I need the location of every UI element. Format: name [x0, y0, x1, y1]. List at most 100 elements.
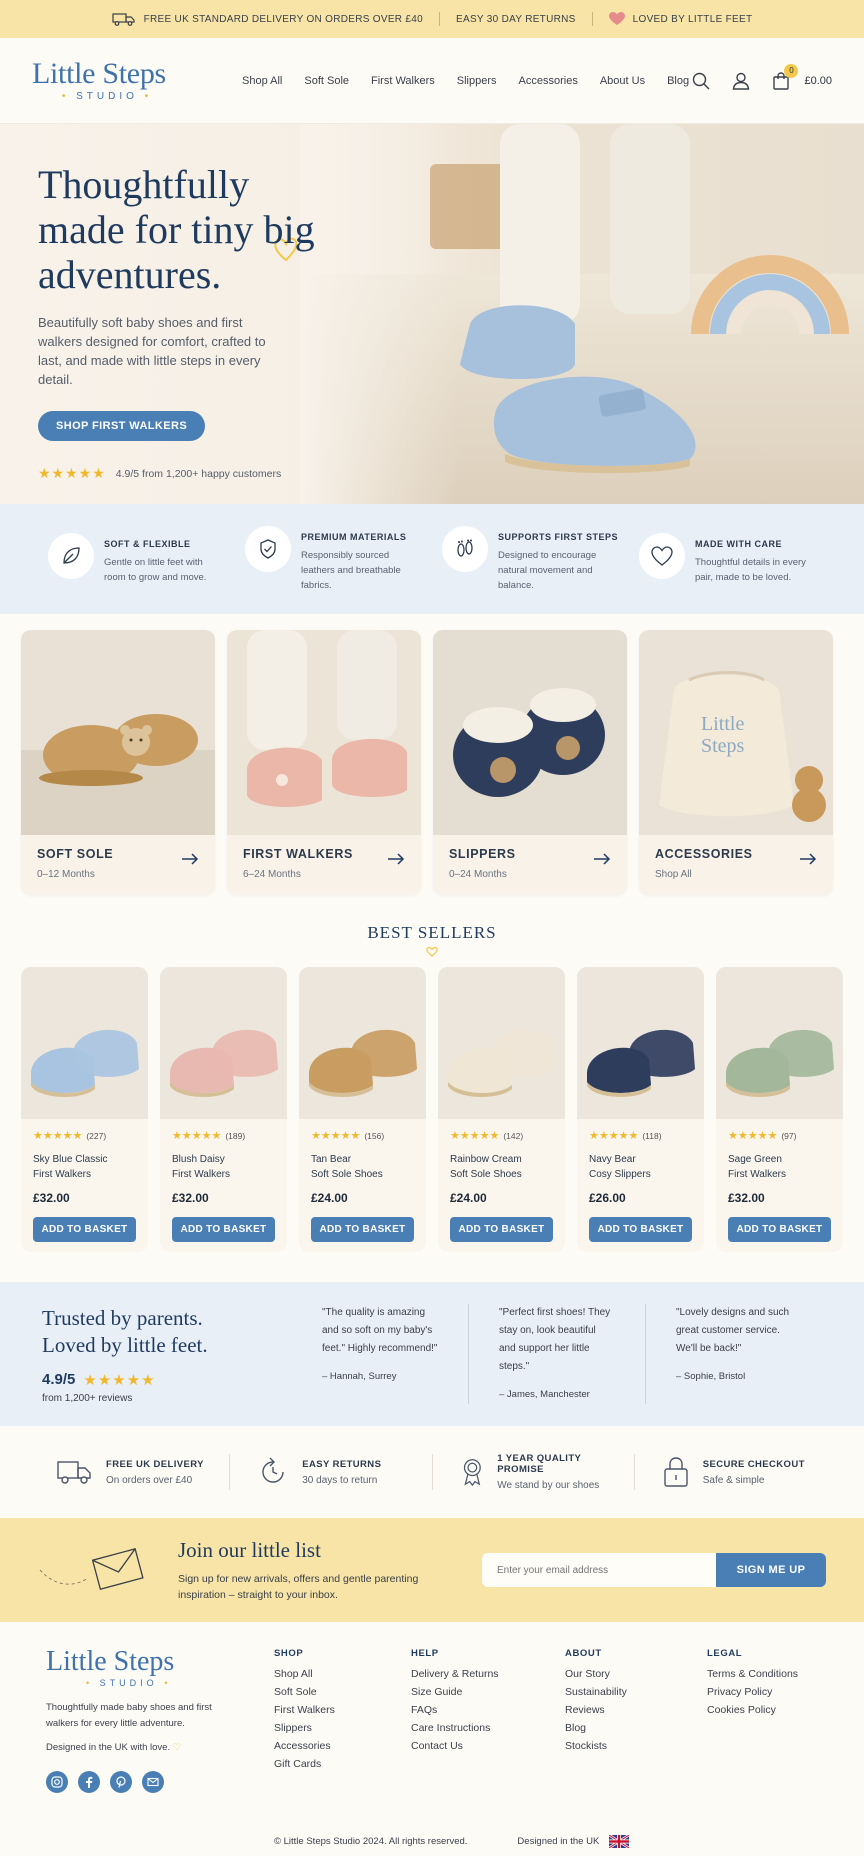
- sign-me-up-button[interactable]: SIGN ME UP: [716, 1553, 826, 1587]
- footer-link[interactable]: Privacy Policy: [707, 1683, 798, 1701]
- footer-link[interactable]: Size Guide: [411, 1683, 565, 1701]
- product-price: £32.00: [33, 1191, 70, 1205]
- add-to-basket-button[interactable]: ADD TO BASKET: [172, 1217, 275, 1242]
- feature-item: SOFT & FLEXIBLE Gentle on little feet wi…: [48, 533, 225, 585]
- add-to-basket-button[interactable]: ADD TO BASKET: [33, 1217, 136, 1242]
- feature-item: MADE WITH CARE Thoughtful details in eve…: [639, 533, 816, 585]
- product-card[interactable]: ★★★★★ (156) Tan Bear Soft Sole Shoes £24.00 A…: [299, 967, 426, 1252]
- trust-summary: Trusted by parents. Loved by little feet…: [42, 1305, 262, 1404]
- email-icon[interactable]: [142, 1771, 164, 1793]
- footer-link[interactable]: Gift Cards: [274, 1755, 411, 1773]
- hero-subtitle: Beautifully soft baby shoes and first wa…: [38, 315, 266, 387]
- arrow-right-icon: [182, 853, 199, 865]
- cart-button[interactable]: 0 £0.00: [772, 63, 832, 90]
- footer-logo-tagline: • STUDIO •: [86, 1678, 172, 1688]
- nav-accessories[interactable]: Accessories: [519, 75, 578, 87]
- category-card-slippers[interactable]: SLIPPERS 0–24 Months: [433, 630, 627, 895]
- footer-link[interactable]: Sustainability: [565, 1683, 707, 1701]
- footer-link[interactable]: Delivery & Returns: [411, 1665, 565, 1683]
- nav-slippers[interactable]: Slippers: [457, 75, 497, 87]
- footer-link[interactable]: Reviews: [565, 1701, 707, 1719]
- bestsellers-header: BEST SELLERS: [0, 923, 864, 957]
- footer-column-legal: LEGAL Terms & Conditions Privacy Policy …: [707, 1648, 798, 1826]
- product-name: Blush Daisy First Walkers: [172, 1154, 230, 1180]
- footer-link[interactable]: Blog: [565, 1719, 707, 1737]
- add-to-basket-button[interactable]: ADD TO BASKET: [450, 1217, 553, 1242]
- feature-icon-wrap: [639, 533, 685, 579]
- footer-link[interactable]: Shop All: [274, 1665, 411, 1683]
- product-image: [299, 967, 426, 1119]
- instagram-icon[interactable]: [46, 1771, 68, 1793]
- account-icon[interactable]: [732, 72, 750, 90]
- star-rating-icon: ★★★★★: [728, 1130, 778, 1142]
- category-card-first-walkers[interactable]: FIRST WALKERS 6–24 Months: [227, 630, 421, 895]
- trust-review-count: from 1,200+ reviews: [42, 1392, 133, 1404]
- star-rating-icon: ★★★★★: [83, 1371, 156, 1389]
- product-name: Tan Bear Soft Sole Shoes: [311, 1154, 383, 1180]
- footer-link[interactable]: Stockists: [565, 1737, 707, 1755]
- category-subtitle: 6–24 Months: [243, 869, 301, 880]
- email-input[interactable]: [482, 1553, 716, 1587]
- footer-link[interactable]: First Walkers: [274, 1701, 411, 1719]
- category-name: SOFT SOLE: [37, 847, 114, 861]
- footer-link[interactable]: Our Story: [565, 1665, 707, 1683]
- footer-link[interactable]: Care Instructions: [411, 1719, 565, 1737]
- footer-logo-wordmark[interactable]: Little Steps: [46, 1648, 274, 1676]
- shop-first-walkers-button[interactable]: SHOP FIRST WALKERS: [38, 411, 206, 441]
- logo[interactable]: Little Steps • STUDIO •: [32, 57, 202, 103]
- pinterest-icon[interactable]: [110, 1771, 132, 1793]
- header-actions: 0 £0.00: [692, 63, 832, 90]
- nav-first-walkers[interactable]: First Walkers: [371, 75, 435, 87]
- logo-wordmark: Little Steps: [32, 57, 166, 90]
- footer-link[interactable]: Slippers: [274, 1719, 411, 1737]
- footer-link[interactable]: FAQs: [411, 1701, 565, 1719]
- announcement-bar: FREE UK STANDARD DELIVERY ON ORDERS OVER…: [0, 0, 864, 38]
- svg-text:Little: Little: [701, 713, 744, 735]
- social-links: [46, 1771, 274, 1793]
- nav-about-us[interactable]: About Us: [600, 75, 645, 87]
- footer-link[interactable]: Contact Us: [411, 1737, 565, 1755]
- footer-link[interactable]: Cookies Policy: [707, 1701, 798, 1719]
- site-header: Little Steps • STUDIO • Shop All Soft So…: [0, 38, 864, 124]
- perk-item: SECURE CHECKOUT Safe & simple: [655, 1456, 816, 1488]
- feature-title: SOFT & FLEXIBLE: [104, 539, 191, 549]
- product-name: Sky Blue Classic First Walkers: [33, 1154, 108, 1180]
- nav-shop-all[interactable]: Shop All: [242, 75, 282, 87]
- newsletter-subtitle: Sign up for new arrivals, offers and gen…: [178, 1572, 419, 1601]
- feature-icon-wrap: [48, 533, 94, 579]
- product-card[interactable]: ★★★★★ (227) Sky Blue Classic First Walkers £…: [21, 967, 148, 1252]
- product-price: £24.00: [450, 1191, 487, 1205]
- divider: [633, 1454, 635, 1490]
- product-name: Rainbow Cream Soft Sole Shoes: [450, 1154, 522, 1180]
- add-to-basket-button[interactable]: ADD TO BASKET: [728, 1217, 831, 1242]
- perk-title: 1 YEAR QUALITY PROMISE: [497, 1453, 582, 1475]
- perk-item: FREE UK DELIVERY On orders over £40: [48, 1458, 209, 1486]
- trust-title: Trusted by parents. Loved by little feet…: [42, 1305, 208, 1357]
- delivery-truck-icon: [57, 1461, 91, 1484]
- footer-link[interactable]: Soft Sole: [274, 1683, 411, 1701]
- search-icon[interactable]: [692, 72, 710, 90]
- category-card-soft-sole[interactable]: SOFT SOLE 0–12 Months: [21, 630, 215, 895]
- product-image: [21, 967, 148, 1119]
- add-to-basket-button[interactable]: ADD TO BASKET: [589, 1217, 692, 1242]
- perk-text: We stand by our shoes: [497, 1480, 600, 1491]
- product-card[interactable]: ★★★★★ (142) Rainbow Cream Soft Sole Shoes £2…: [438, 967, 565, 1252]
- features-strip: SOFT & FLEXIBLE Gentle on little feet wi…: [0, 504, 864, 614]
- product-card[interactable]: ★★★★★ (118) Navy Bear Cosy Slippers £26.00 AD…: [577, 967, 704, 1252]
- category-image: [433, 630, 627, 835]
- footer-link[interactable]: Terms & Conditions: [707, 1665, 798, 1683]
- nav-blog[interactable]: Blog: [667, 75, 689, 87]
- footer-link[interactable]: Accessories: [274, 1737, 411, 1755]
- facebook-icon[interactable]: [78, 1771, 100, 1793]
- category-card-accessories[interactable]: Little Steps ACCESSORIES Shop All: [639, 630, 833, 895]
- add-to-basket-button[interactable]: ADD TO BASKET: [311, 1217, 414, 1242]
- product-card[interactable]: ★★★★★ (189) Blush Daisy First Walkers £32.00…: [160, 967, 287, 1252]
- nav-soft-sole[interactable]: Soft Sole: [304, 75, 349, 87]
- quote-text: "Perfect first shoes! They stay on, look…: [499, 1307, 611, 1372]
- testimonial-quote: "Lovely designs and such great customer …: [645, 1304, 822, 1404]
- heart-outline-icon: [651, 546, 673, 566]
- perk-text: 30 days to return: [302, 1474, 378, 1486]
- shield-check-icon: [260, 538, 276, 559]
- feature-item: SUPPORTS FIRST STEPS Designed to encoura…: [442, 525, 619, 593]
- product-card[interactable]: ★★★★★ (97) Sage Green First Walkers £32.00 AD…: [716, 967, 843, 1252]
